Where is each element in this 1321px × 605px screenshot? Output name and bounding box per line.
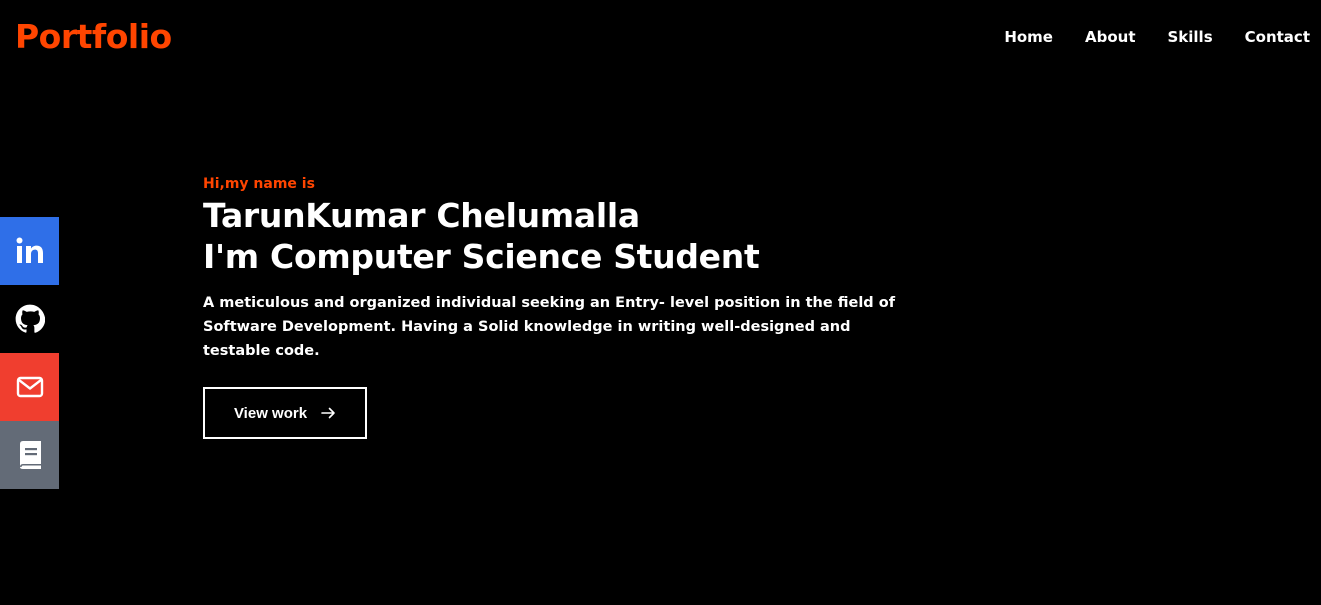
main-nav: Home About Skills Contact [972,25,1310,49]
hero-name: TarunKumar Chelumalla [203,196,640,235]
view-work-label: View work [233,404,308,422]
book-icon [17,440,43,470]
github-link[interactable] [0,285,59,353]
hero-section: Hi,my name is TarunKumar Chelumalla I'm … [203,173,923,439]
view-work-button[interactable]: View work [203,387,367,439]
email-link[interactable] [0,353,59,421]
nav-contact[interactable]: Contact [1245,25,1310,49]
linkedin-icon [15,236,45,266]
nav-home[interactable]: Home [1004,25,1053,49]
github-icon [15,304,45,334]
resume-link[interactable] [0,421,59,489]
linkedin-link[interactable] [0,217,59,285]
hero-role: I'm Computer Science Student [203,237,760,276]
arrow-right-icon [321,407,336,419]
hero-greeting: Hi,my name is [203,176,315,192]
mail-icon [16,376,44,398]
hero-description: A meticulous and organized individual se… [203,295,895,359]
nav-about[interactable]: About [1085,25,1136,49]
nav-skills[interactable]: Skills [1168,25,1213,49]
brand-logo[interactable]: Portfolio [15,14,172,60]
page: Portfolio Home About Skills Contact Hi,m… [0,0,1321,605]
site-header: Portfolio Home About Skills Contact [0,0,1321,74]
social-sidebar [0,217,59,489]
